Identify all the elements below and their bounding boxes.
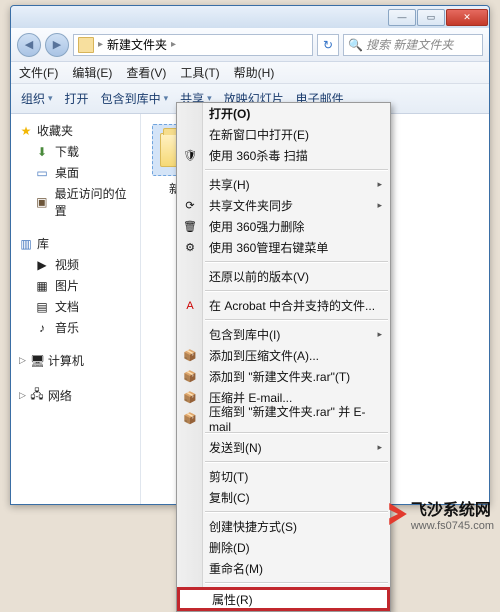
menu-file[interactable]: 文件(F) [19, 64, 58, 81]
ctx-send-to[interactable]: 发送到(N)▸ [177, 437, 390, 458]
folder-icon [78, 37, 94, 53]
toolbar-open[interactable]: 打开 [65, 90, 89, 107]
sidebar-item-music[interactable]: ♪音乐 [11, 317, 140, 338]
sidebar: ★收藏夹 ⬇下载 ▭桌面 ▣最近访问的位置 ▥库 ▶视频 ▦图片 ▤文档 ♪音乐… [11, 114, 141, 504]
separator [205, 511, 388, 513]
titlebar: — ▭ ✕ [11, 6, 489, 28]
chevron-right-icon: ▸ [377, 200, 382, 211]
menu-tools[interactable]: 工具(T) [180, 64, 219, 81]
music-icon: ♪ [35, 321, 49, 335]
sidebar-item-videos[interactable]: ▶视频 [11, 254, 140, 275]
ctx-include-in-lib[interactable]: 包含到库中(I)▸ [177, 324, 390, 345]
separator [205, 290, 388, 292]
minimize-button[interactable]: — [388, 9, 416, 26]
toolbar-include-lib[interactable]: 包含到库中▾ [101, 90, 169, 107]
chevron-down-icon: ▾ [164, 93, 169, 104]
ctx-add-archive-named[interactable]: 📦添加到 "新建文件夹.rar"(T) [177, 366, 390, 387]
network-icon: 🖧 [30, 385, 44, 406]
menubar: 文件(F) 编辑(E) 查看(V) 工具(T) 帮助(H) [11, 62, 489, 84]
archive-icon: 📦 [182, 390, 198, 406]
separator [205, 432, 388, 434]
ctx-add-archive[interactable]: 📦添加到压缩文件(A)... [177, 345, 390, 366]
menu-view[interactable]: 查看(V) [126, 64, 166, 81]
ctx-properties[interactable]: 属性(R) [177, 587, 390, 611]
sidebar-item-documents[interactable]: ▤文档 [11, 296, 140, 317]
separator [205, 461, 388, 463]
delete-icon: 🗑 [182, 219, 198, 235]
ctx-share[interactable]: 共享(H)▸ [177, 174, 390, 195]
document-icon: ▤ [35, 300, 49, 314]
chevron-right-icon: ▸ [377, 442, 382, 453]
breadcrumb[interactable]: ▸ 新建文件夹 ▸ [73, 34, 313, 56]
context-menu: 打开(O) 在新窗口中打开(E) 🛡使用 360杀毒 扫描 共享(H)▸ ⟳共享… [176, 102, 391, 612]
chevron-right-icon: ▷ [19, 355, 26, 366]
sidebar-item-desktop[interactable]: ▭桌面 [11, 162, 140, 183]
search-input[interactable]: 🔍 搜索 新建文件夹 [343, 34, 483, 56]
ctx-360-manage-menu[interactable]: ⚙使用 360管理右键菜单 [177, 237, 390, 258]
ctx-open[interactable]: 打开(O) [177, 103, 390, 124]
archive-icon: 📦 [182, 411, 198, 427]
toolbar-organize[interactable]: 组织▾ [21, 90, 53, 107]
chevron-right-icon: ▸ [377, 179, 382, 190]
ctx-share-sync[interactable]: ⟳共享文件夹同步▸ [177, 195, 390, 216]
maximize-button[interactable]: ▭ [417, 9, 445, 26]
separator [205, 261, 388, 263]
separator [205, 169, 388, 171]
menu-edit[interactable]: 编辑(E) [72, 64, 112, 81]
sidebar-favorites[interactable]: ★收藏夹 [11, 120, 140, 141]
sidebar-computer[interactable]: ▷🖥计算机 [11, 350, 140, 371]
navbar: ◀ ▶ ▸ 新建文件夹 ▸ ↻ 🔍 搜索 新建文件夹 [11, 28, 489, 62]
ctx-cut[interactable]: 剪切(T) [177, 466, 390, 487]
desktop-icon: ▭ [35, 166, 49, 180]
archive-icon: 📦 [182, 348, 198, 364]
refresh-button[interactable]: ↻ [317, 34, 339, 56]
sidebar-item-pictures[interactable]: ▦图片 [11, 275, 140, 296]
computer-icon: 🖥 [30, 354, 44, 368]
breadcrumb-folder[interactable]: 新建文件夹 [107, 36, 167, 53]
image-icon: ▦ [35, 279, 49, 293]
menu-help[interactable]: 帮助(H) [234, 64, 275, 81]
video-icon: ▶ [35, 258, 49, 272]
ctx-open-new-window[interactable]: 在新窗口中打开(E) [177, 124, 390, 145]
ctx-delete[interactable]: 删除(D) [177, 537, 390, 558]
ctx-prev-versions[interactable]: 还原以前的版本(V) [177, 266, 390, 287]
gear-icon: ⚙ [182, 240, 198, 256]
close-button[interactable]: ✕ [446, 9, 488, 26]
recent-icon: ▣ [35, 195, 49, 209]
separator [205, 319, 388, 321]
sidebar-network[interactable]: ▷🖧网络 [11, 383, 140, 408]
chevron-right-icon: ▷ [19, 390, 26, 401]
back-button[interactable]: ◀ [17, 33, 41, 57]
ctx-rename[interactable]: 重命名(M) [177, 558, 390, 579]
ctx-360-force-delete[interactable]: 🗑使用 360强力删除 [177, 216, 390, 237]
watermark-url: www.fs0745.com [411, 520, 494, 532]
ctx-copy[interactable]: 复制(C) [177, 487, 390, 508]
search-placeholder: 搜索 新建文件夹 [366, 36, 453, 53]
search-icon: 🔍 [348, 38, 363, 52]
shield-icon: 🛡 [182, 148, 198, 164]
chevron-down-icon: ▾ [48, 93, 53, 104]
forward-button[interactable]: ▶ [45, 33, 69, 57]
library-icon: ▥ [19, 237, 33, 251]
ctx-create-shortcut[interactable]: 创建快捷方式(S) [177, 516, 390, 537]
download-icon: ⬇ [35, 145, 49, 159]
chevron-right-icon: ▸ [171, 39, 176, 50]
acrobat-icon: A [182, 298, 198, 314]
sidebar-item-recent[interactable]: ▣最近访问的位置 [11, 183, 140, 221]
archive-icon: 📦 [182, 369, 198, 385]
chevron-right-icon: ▸ [377, 329, 382, 340]
star-icon: ★ [19, 124, 33, 138]
sidebar-item-downloads[interactable]: ⬇下载 [11, 141, 140, 162]
sync-icon: ⟳ [182, 198, 198, 214]
ctx-compress-named-email[interactable]: 📦压缩到 "新建文件夹.rar" 并 E-mail [177, 408, 390, 429]
ctx-acrobat-combine[interactable]: A在 Acrobat 中合并支持的文件... [177, 295, 390, 316]
chevron-right-icon: ▸ [98, 39, 103, 50]
ctx-360-scan[interactable]: 🛡使用 360杀毒 扫描 [177, 145, 390, 166]
sidebar-libraries[interactable]: ▥库 [11, 233, 140, 254]
separator [205, 582, 388, 584]
